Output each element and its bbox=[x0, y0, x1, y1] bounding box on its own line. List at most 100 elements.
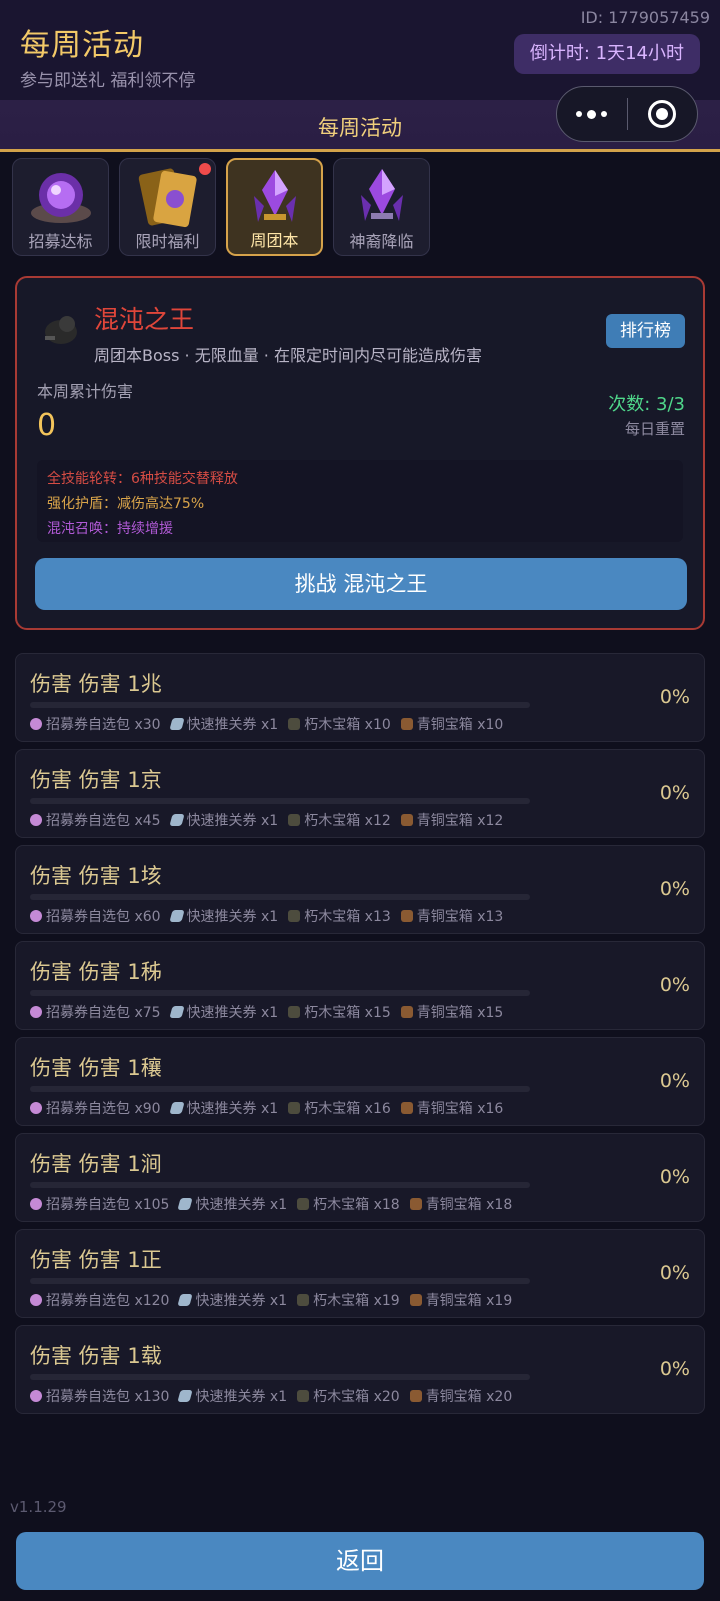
reward-item-label: 快速推关券 x1 bbox=[195, 1293, 288, 1309]
tab-recruit[interactable]: 招募达标 bbox=[12, 158, 109, 256]
scroll-icon bbox=[168, 1102, 185, 1114]
milestone-title: 伤害 伤害 1正 bbox=[30, 1248, 162, 1272]
purple-crystal-icon bbox=[360, 169, 403, 221]
reward-item: 招募券自选包 x90 bbox=[30, 1098, 161, 1118]
reward-item: 快速推关券 x1 bbox=[168, 1098, 279, 1118]
scroll-icon bbox=[168, 1006, 185, 1018]
milestone-reward-items: 招募券自选包 x120 快速推关券 x1 朽木宝箱 x19 青铜宝箱 x19 bbox=[30, 1290, 512, 1310]
milestone-title: 伤害 伤害 1载 bbox=[30, 1344, 162, 1368]
back-button[interactable]: 返回 bbox=[16, 1532, 704, 1590]
scroll-icon bbox=[177, 1198, 194, 1210]
milestone-reward-items: 招募券自选包 x105 快速推关券 x1 朽木宝箱 x18 青铜宝箱 x18 bbox=[30, 1194, 512, 1214]
reward-item: 青铜宝箱 x10 bbox=[400, 714, 504, 734]
scroll-icon bbox=[168, 814, 185, 826]
milestone-progress-bar bbox=[30, 798, 530, 804]
skill-line: 全技能轮转：6种技能交替释放 bbox=[47, 471, 238, 487]
reward-item: 快速推关券 x1 bbox=[168, 906, 278, 926]
milestone-percent: 0% bbox=[659, 974, 690, 996]
milestone-percent: 0% bbox=[659, 1166, 690, 1188]
tab-weekly-raid[interactable]: 周团本 bbox=[226, 158, 323, 256]
wood-chest-icon bbox=[297, 1198, 310, 1210]
reward-milestone-row: 伤害 伤害 1载 招募券自选包 x130 快速推关券 x1 朽木宝箱 x20 青铜宝箱 … bbox=[15, 1325, 705, 1414]
reward-item-label: 青铜宝箱 x20 bbox=[425, 1389, 513, 1405]
milestone-percent: 0% bbox=[659, 686, 690, 708]
reward-item: 招募券自选包 x75 bbox=[30, 1002, 161, 1022]
reward-item-label: 青铜宝箱 x10 bbox=[416, 717, 504, 733]
milestone-progress-bar bbox=[30, 990, 530, 996]
milestone-title: 伤害 伤害 1秭 bbox=[30, 960, 162, 984]
milestone-percent: 0% bbox=[659, 1262, 690, 1284]
reward-item-label: 朽木宝箱 x19 bbox=[313, 1293, 400, 1309]
reward-item: 快速推关券 x1 bbox=[177, 1386, 287, 1406]
wood-chest-icon bbox=[288, 814, 301, 826]
milestone-title: 伤害 伤害 1京 bbox=[30, 768, 162, 792]
milestone-title: 伤害 伤害 1兆 bbox=[30, 672, 162, 696]
ticket-icon bbox=[30, 1198, 42, 1210]
reward-item: 朽木宝箱 x16 bbox=[288, 1098, 391, 1118]
reward-milestone-row: 伤害 伤害 1穰 招募券自选包 x90 快速推关券 x1 朽木宝箱 x16 青铜宝箱 x… bbox=[15, 1037, 705, 1126]
reward-milestone-row: 伤害 伤害 1垓 招募券自选包 x60 快速推关券 x1 朽木宝箱 x13 青铜宝箱 x… bbox=[15, 845, 705, 934]
ticket-icon bbox=[30, 910, 42, 922]
reward-item: 青铜宝箱 x16 bbox=[400, 1098, 504, 1118]
scroll-icon bbox=[177, 1294, 194, 1306]
ticket-icon bbox=[30, 814, 42, 826]
tab-divine-descent[interactable]: 神裔降临 bbox=[333, 158, 430, 256]
reward-item-label: 快速推关券 x1 bbox=[186, 1101, 279, 1117]
reward-item: 快速推关券 x1 bbox=[168, 714, 278, 734]
boss-name: 混沌之王 bbox=[94, 305, 195, 334]
reward-item-label: 招募券自选包 x75 bbox=[46, 1005, 161, 1021]
milestone-reward-items: 招募券自选包 x30 快速推关券 x1 朽木宝箱 x10 青铜宝箱 x10 bbox=[30, 714, 503, 734]
bronze-chest-icon bbox=[400, 1006, 413, 1018]
reward-item-label: 朽木宝箱 x12 bbox=[304, 813, 391, 829]
scroll-icon bbox=[168, 718, 185, 730]
skill-line: 混沌召唤：持续增援 bbox=[47, 521, 173, 537]
user-id-label: ID: 1779057459 bbox=[580, 8, 710, 27]
ticket-icon bbox=[30, 1294, 42, 1306]
reward-item: 快速推关券 x1 bbox=[168, 810, 278, 830]
reward-item-label: 朽木宝箱 x16 bbox=[304, 1101, 391, 1117]
close-mini-program-button[interactable] bbox=[628, 86, 698, 142]
ticket-icon bbox=[30, 1390, 42, 1402]
leaderboard-button[interactable]: 排行榜 bbox=[606, 314, 685, 348]
reward-item: 朽木宝箱 x15 bbox=[288, 1002, 391, 1022]
reward-item: 青铜宝箱 x12 bbox=[400, 810, 503, 830]
reward-item-label: 青铜宝箱 x19 bbox=[425, 1293, 513, 1309]
weekly-damage-label: 本周累计伤害 bbox=[37, 382, 134, 401]
tab-limited-welfare[interactable]: 限时福利 bbox=[119, 158, 216, 256]
more-button[interactable] bbox=[557, 86, 627, 142]
reward-item-label: 青铜宝箱 x13 bbox=[416, 909, 504, 925]
attempts-counter: 次数: 3/3 bbox=[608, 394, 685, 415]
reward-milestone-list: 伤害 伤害 1兆 招募券自选包 x30 快速推关券 x1 朽木宝箱 x10 青铜宝箱 x… bbox=[15, 653, 705, 1421]
page-title: 每周活动 bbox=[20, 28, 144, 63]
reward-item: 朽木宝箱 x12 bbox=[288, 810, 391, 830]
reward-item-label: 青铜宝箱 x16 bbox=[416, 1101, 504, 1117]
mini-program-capsule bbox=[556, 86, 698, 142]
bronze-chest-icon bbox=[409, 1390, 422, 1402]
boss-skills-panel: 全技能轮转：6种技能交替释放 强化护盾：减伤高达75% 混沌召唤：持续增援 bbox=[37, 460, 683, 542]
reward-item: 招募券自选包 x120 bbox=[30, 1290, 169, 1310]
tab-label: 招募达标 bbox=[28, 232, 93, 251]
skill-line: 强化护盾：减伤高达75% bbox=[47, 496, 205, 512]
reward-item-label: 招募券自选包 x130 bbox=[46, 1389, 170, 1405]
bronze-chest-icon bbox=[400, 1102, 413, 1114]
challenge-boss-button[interactable]: 挑战 混沌之王 bbox=[35, 558, 687, 610]
reward-item: 招募券自选包 x60 bbox=[30, 906, 161, 926]
scroll-icon bbox=[168, 910, 185, 922]
milestone-percent: 0% bbox=[659, 1070, 690, 1092]
bronze-chest-icon bbox=[400, 718, 413, 730]
milestone-progress-bar bbox=[30, 702, 530, 708]
reward-item: 朽木宝箱 x10 bbox=[288, 714, 391, 734]
daily-reset-label: 每日重置 bbox=[624, 420, 685, 438]
tab-label: 周团本 bbox=[250, 231, 299, 250]
milestone-reward-items: 招募券自选包 x60 快速推关券 x1 朽木宝箱 x13 青铜宝箱 x13 bbox=[30, 906, 503, 926]
reward-item-label: 招募券自选包 x45 bbox=[46, 813, 161, 829]
reward-item-label: 朽木宝箱 x10 bbox=[304, 717, 391, 733]
reward-item-label: 朽木宝箱 x15 bbox=[304, 1005, 391, 1021]
reward-item-label: 快速推关券 x1 bbox=[186, 1005, 279, 1021]
reward-item: 朽木宝箱 x13 bbox=[288, 906, 391, 926]
milestone-title: 伤害 伤害 1涧 bbox=[30, 1152, 162, 1176]
reward-item: 青铜宝箱 x20 bbox=[409, 1386, 513, 1406]
milestone-progress-bar bbox=[30, 1086, 530, 1092]
ticket-icon bbox=[30, 1102, 42, 1114]
weekly-damage-value: 0 bbox=[37, 408, 57, 443]
